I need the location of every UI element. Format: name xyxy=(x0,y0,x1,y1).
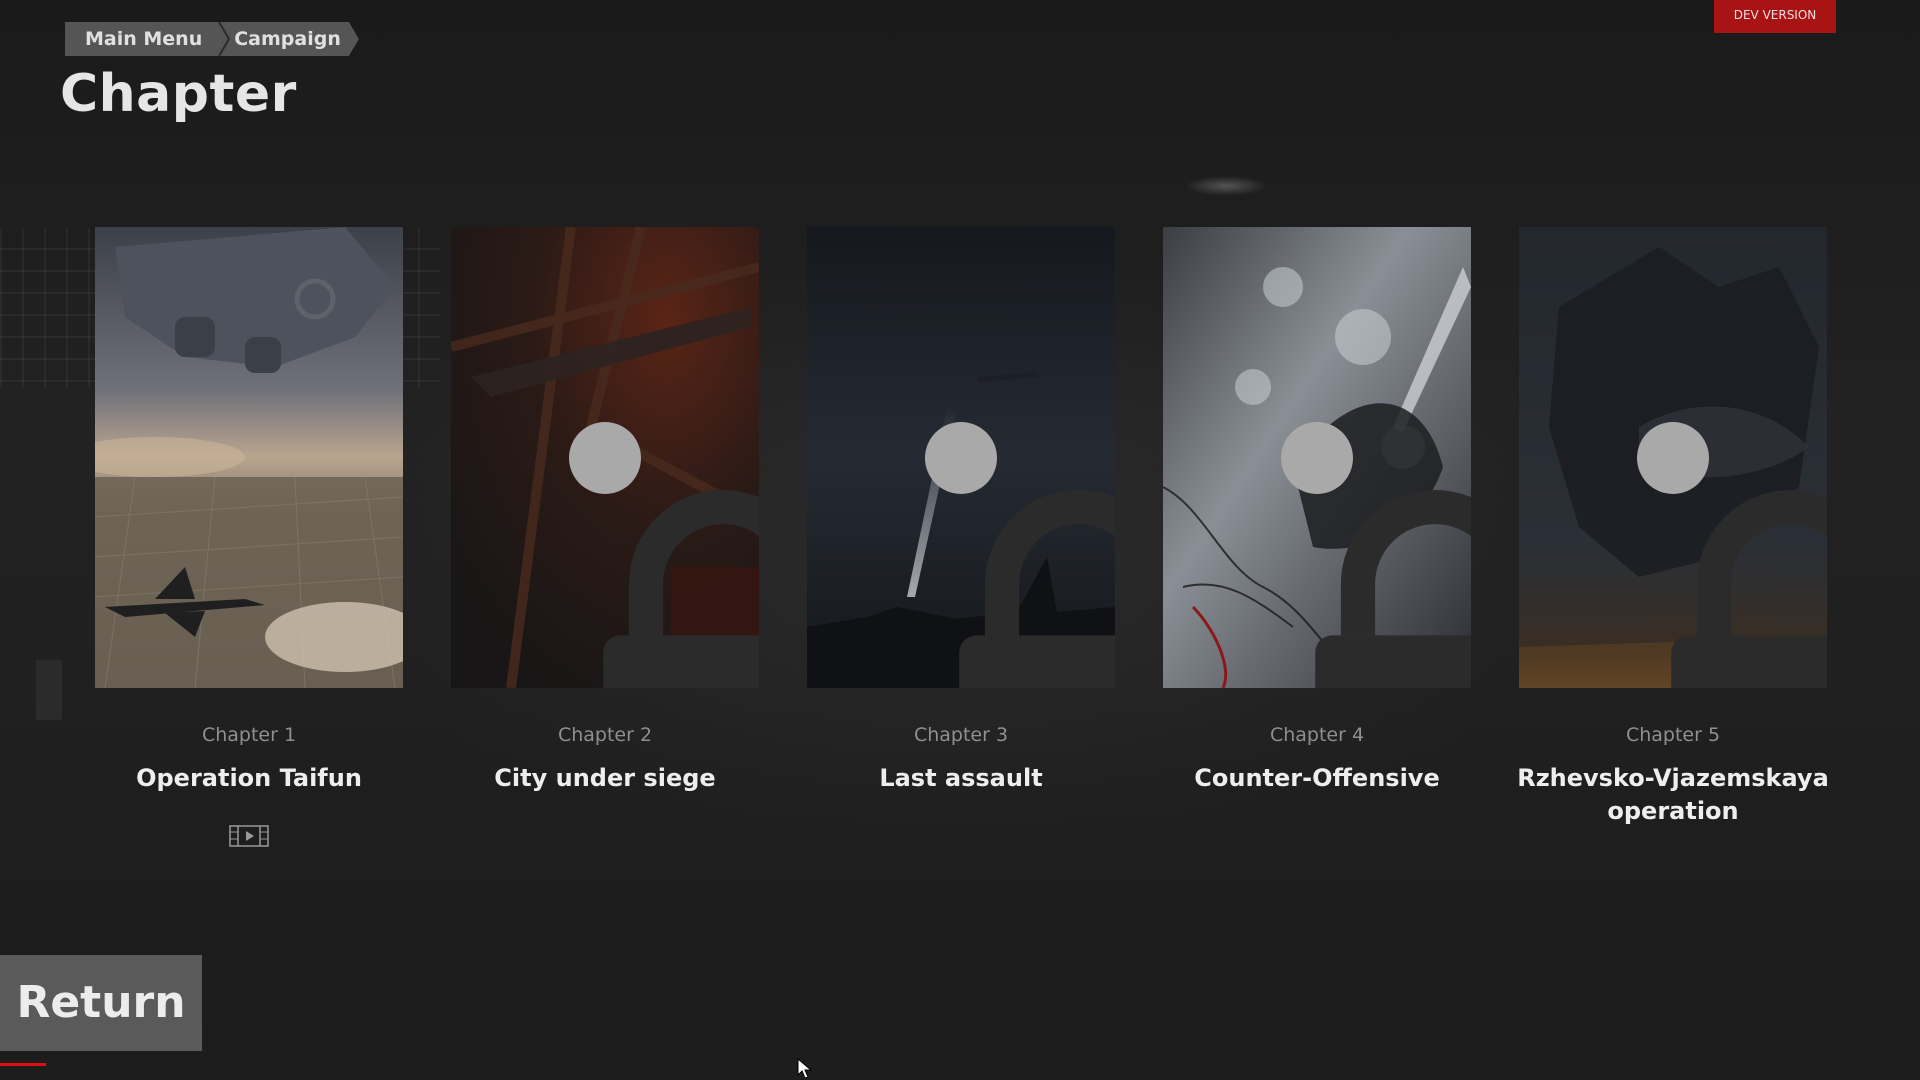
chapter-title: City under siege xyxy=(494,764,716,792)
chapter-card-1[interactable]: Chapter 1 Operation Taifun xyxy=(95,227,403,847)
chapter-number: Chapter 2 xyxy=(557,724,653,746)
chapter-number: Chapter 1 xyxy=(201,724,297,746)
chapter-title: Rzhevsko-Vjazemskaya operation xyxy=(1517,764,1829,825)
chapter-1-artwork xyxy=(95,227,403,688)
chapter-card-5[interactable]: Chapter 5 Rzhevsko-Vjazemskaya operation xyxy=(1517,227,1829,847)
status-marker xyxy=(0,1063,46,1066)
chapter-1-image xyxy=(95,227,403,688)
breadcrumb: Main Menu Campaign xyxy=(65,22,359,56)
chapter-card-3[interactable]: Chapter 3 Last assault xyxy=(807,227,1115,847)
mouse-cursor-icon xyxy=(797,1058,813,1079)
chapter-title: Counter-Offensive xyxy=(1194,764,1440,792)
chapter-title: Operation Taifun xyxy=(136,764,362,792)
chapter-title: Last assault xyxy=(879,764,1043,792)
chapter-3-artwork xyxy=(807,227,1115,688)
return-button[interactable]: Return xyxy=(0,955,202,1051)
lock-icon xyxy=(925,422,1115,688)
chapter-number: Chapter 5 xyxy=(1625,724,1721,746)
breadcrumb-main-menu[interactable]: Main Menu xyxy=(65,22,218,56)
chapter-5-artwork xyxy=(1519,227,1827,688)
film-icon[interactable] xyxy=(229,825,269,847)
breadcrumb-chevron-icon xyxy=(218,22,230,56)
chapter-number: Chapter 4 xyxy=(1269,724,1365,746)
chapter-number: Chapter 3 xyxy=(913,724,1009,746)
page-title: Chapter xyxy=(60,64,297,124)
chapter-4-artwork xyxy=(1163,227,1471,688)
lock-icon xyxy=(1281,422,1471,688)
game-menu-screen: Main Menu Campaign Chapter DEV VERSION C… xyxy=(0,0,1920,1080)
breadcrumb-campaign[interactable]: Campaign xyxy=(230,22,341,56)
chapter-card-2[interactable]: Chapter 2 City under siege xyxy=(451,227,759,847)
chapter-card-4[interactable]: Chapter 4 Counter-Offensive xyxy=(1163,227,1471,847)
lock-icon xyxy=(569,422,759,688)
lock-icon xyxy=(1637,422,1827,688)
dev-version-badge: DEV VERSION xyxy=(1714,0,1836,33)
chapter-2-artwork xyxy=(451,227,759,688)
chapter-list: Chapter 1 Operation Taifun Chapter 2 Cit… xyxy=(95,227,1829,847)
hangar-pillar-background xyxy=(36,660,62,720)
ceiling-lamp-background xyxy=(1185,176,1267,196)
